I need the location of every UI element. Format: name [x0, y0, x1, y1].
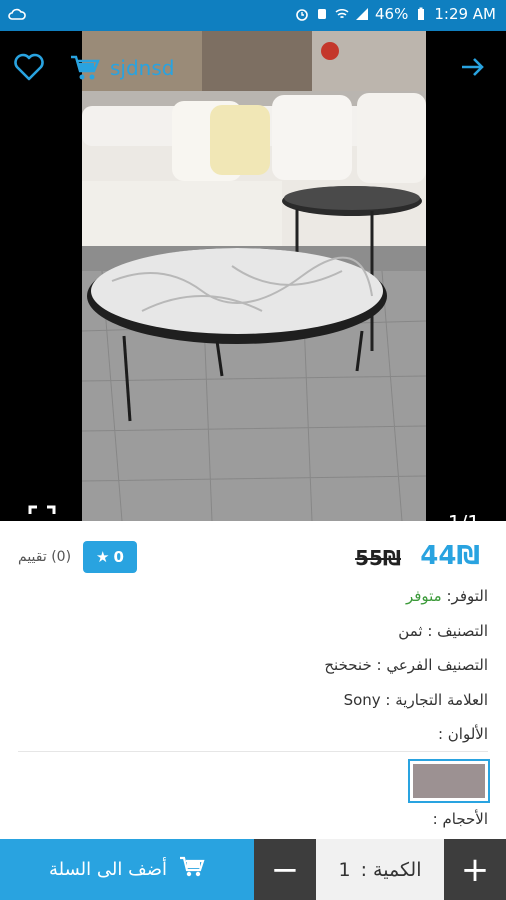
rating-badge[interactable]: ★ 0: [83, 541, 137, 573]
subcategory: التصنيف الفرعي : خنحخنح: [324, 656, 488, 674]
fullscreen-icon[interactable]: [28, 505, 56, 521]
quantity-value: 1: [338, 858, 351, 881]
quantity-display: الكمية : 1: [316, 839, 444, 900]
alarm-icon: [295, 7, 309, 21]
quantity-decrease-button[interactable]: −: [254, 839, 316, 900]
quantity-increase-button[interactable]: +: [444, 839, 506, 900]
star-icon: ★: [96, 548, 110, 566]
color-swatch-selected[interactable]: [408, 759, 490, 803]
status-bar: 46% 1:29 AM: [0, 0, 506, 31]
old-price: 55₪: [355, 546, 401, 570]
cart-icon[interactable]: [70, 55, 100, 85]
product-details: 44₪ 55₪ ★ 0 (0) تقييم التوفر: متوفر التص…: [0, 521, 506, 839]
availability: التوفر: متوفر: [406, 587, 488, 605]
signal-icon: [355, 7, 369, 21]
clock: 1:29 AM: [434, 5, 496, 23]
price: 44₪: [420, 541, 480, 571]
brand: العلامة التجارية : Sony: [343, 691, 488, 709]
vibrate-icon: [315, 7, 329, 21]
category: التصنيف : ثمن: [398, 622, 488, 640]
arrow-forward-icon[interactable]: [460, 55, 486, 83]
wifi-icon: [335, 7, 349, 21]
top-bar: sjdnsd: [0, 31, 506, 103]
heart-icon[interactable]: [14, 53, 44, 85]
add-to-cart-button[interactable]: أضف الى السلة: [0, 839, 254, 900]
cloud-sync-icon: [8, 7, 26, 23]
quantity-label: الكمية :: [360, 858, 422, 881]
battery-icon: [414, 7, 428, 21]
gallery-pager: 1/1: [448, 511, 480, 521]
cart-icon: [179, 856, 205, 883]
battery-percent: 46%: [375, 5, 409, 23]
sizes-label: الأحجام :: [432, 810, 488, 828]
colors-label: الألوان :: [437, 725, 488, 743]
store-name-link[interactable]: sjdnsd: [110, 56, 174, 80]
bottom-bar: أضف الى السلة − الكمية : 1 +: [0, 839, 506, 900]
rating-count: 0: [113, 548, 124, 566]
rating-text: (0) تقييم: [18, 549, 72, 565]
divider: [18, 751, 488, 752]
product-gallery[interactable]: 1/1: [0, 31, 506, 521]
availability-value: متوفر: [405, 587, 442, 605]
product-image: [82, 31, 426, 521]
color-swatch: [413, 764, 485, 798]
availability-label: التوفر:: [446, 587, 488, 605]
add-to-cart-label: أضف الى السلة: [48, 859, 167, 880]
